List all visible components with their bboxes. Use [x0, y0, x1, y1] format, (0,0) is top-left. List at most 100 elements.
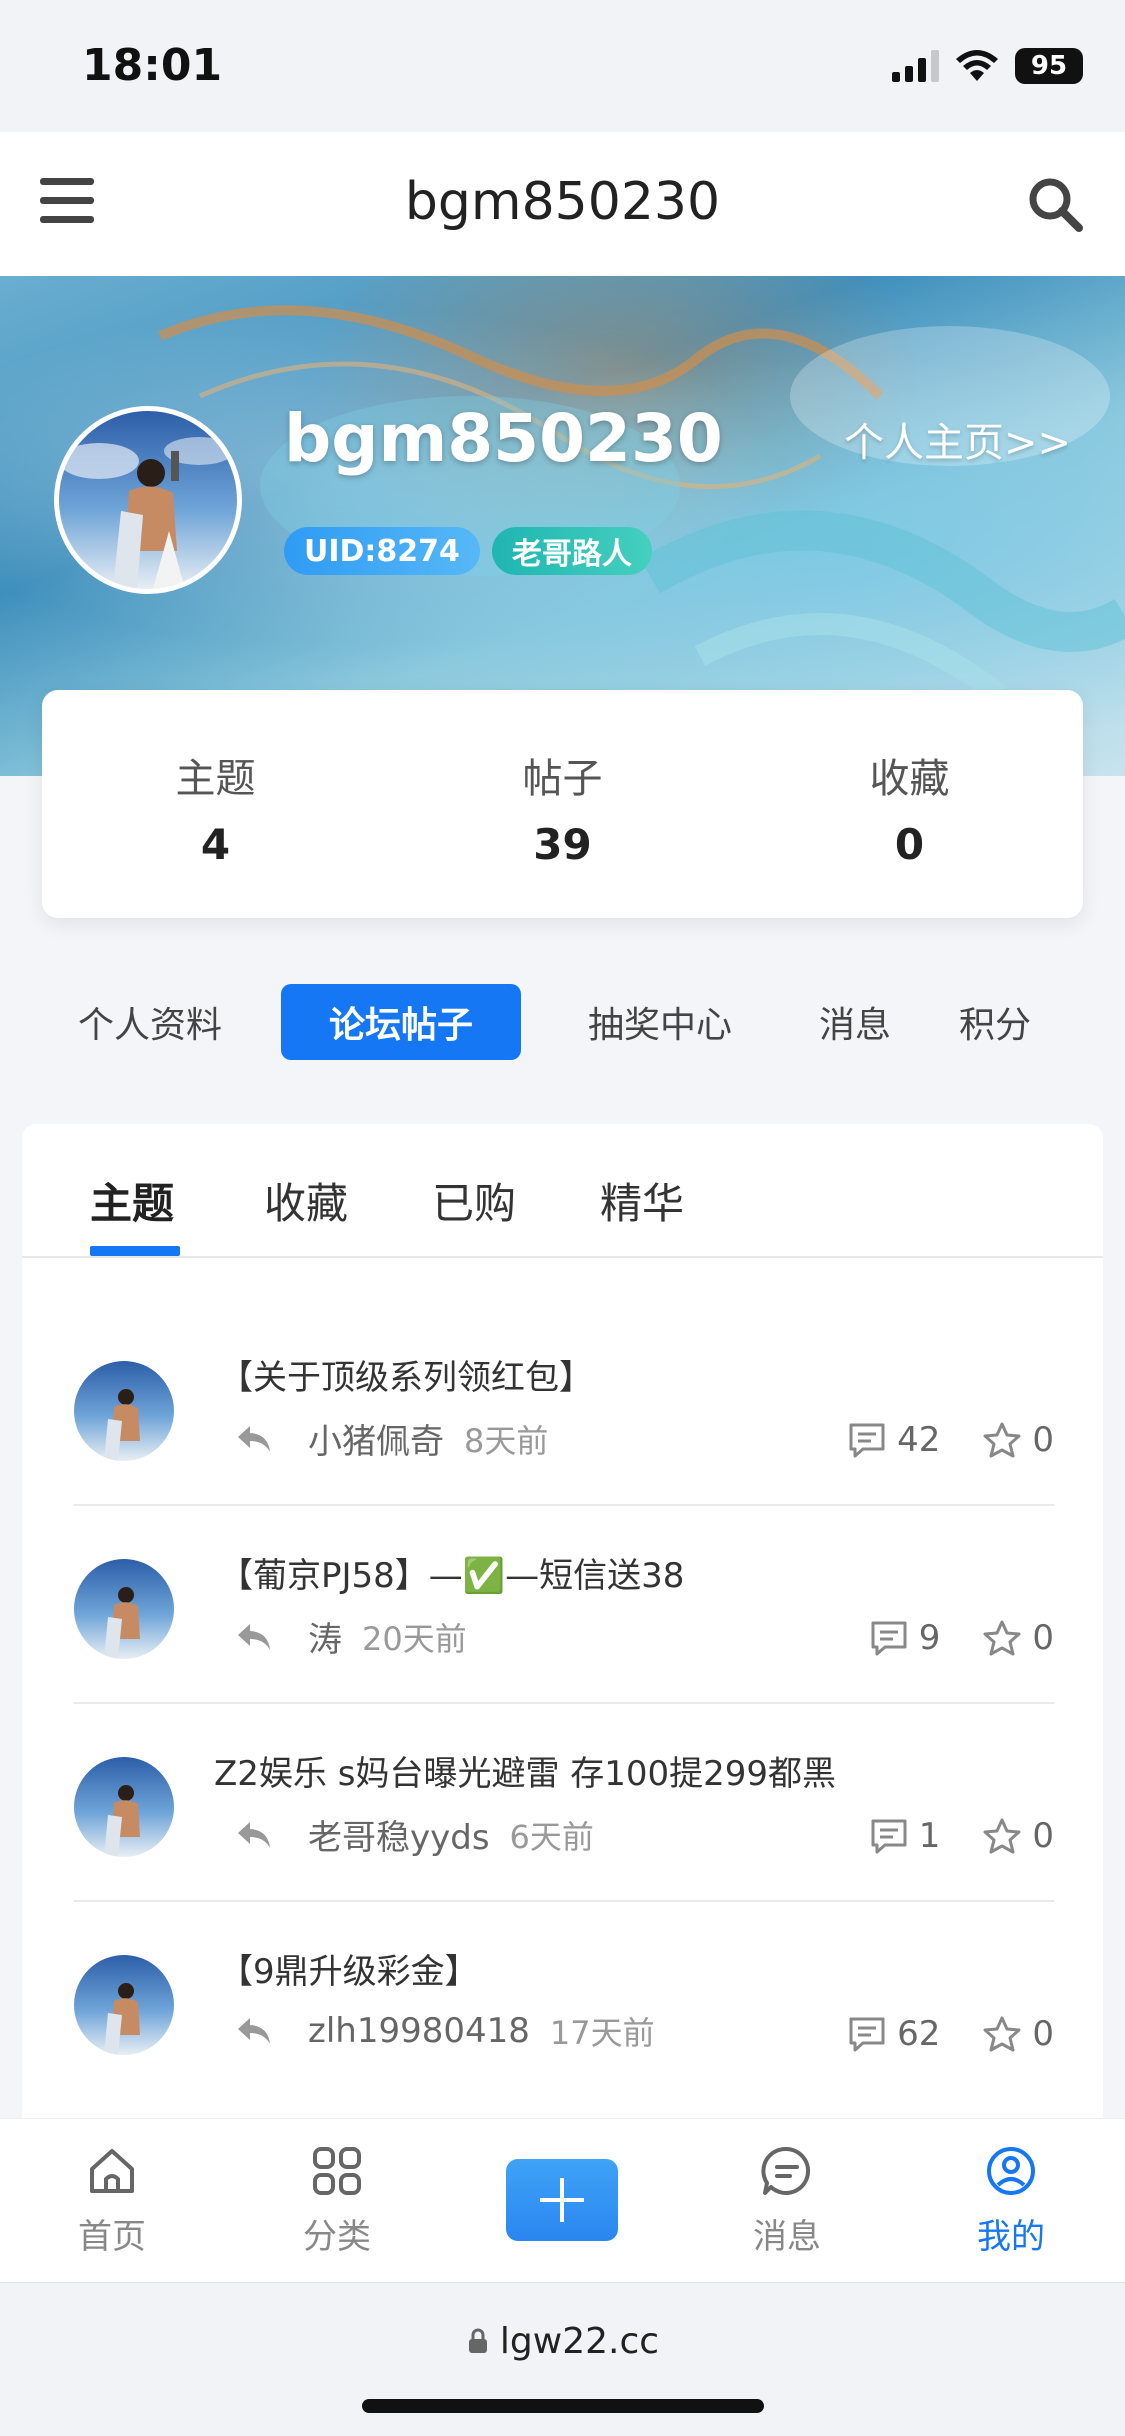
star-icon[interactable]	[982, 2015, 1022, 2053]
post-time: 6天前	[509, 1817, 594, 1856]
post-item[interactable]: Z2娱乐 s妈台曝光避雷 存100提299都黑 老哥稳yyds 6天前 1 0	[74, 1704, 1054, 1902]
comment-count: 62	[897, 2014, 941, 2054]
profile-badges: UID:8274 老哥路人	[284, 527, 652, 575]
post-title[interactable]: 【葡京PJ58】—✅—短信送38	[219, 1548, 684, 1597]
tab-favorites[interactable]: 收藏	[264, 1170, 348, 1231]
post-stats: 42 0	[847, 1420, 1054, 1460]
nav-category[interactable]: 分类	[267, 2143, 407, 2258]
post-title[interactable]: 【9鼎升级彩金】	[219, 1944, 479, 1993]
stat-label: 帖子	[522, 756, 603, 802]
nav-label: 消息	[753, 2217, 821, 2257]
stat-posts[interactable]: 帖子 39	[389, 690, 736, 918]
message-icon	[761, 2146, 811, 2195]
url-text: lgw22.cc	[499, 2321, 660, 2362]
new-post-button[interactable]	[506, 2159, 618, 2241]
reply-icon	[238, 2018, 270, 2044]
post-author[interactable]: zlh19980418	[308, 2011, 530, 2051]
tab-topics[interactable]: 主题	[90, 1170, 174, 1231]
post-title[interactable]: 【关于顶级系列领红包】	[219, 1350, 593, 1399]
post-meta: 老哥稳yyds 6天前	[234, 1810, 594, 1859]
comment-count: 1	[918, 1816, 941, 1856]
post-title[interactable]: Z2娱乐 s妈台曝光避雷 存100提299都黑	[214, 1746, 836, 1795]
browser-bar: lgw22.cc	[0, 2282, 1125, 2436]
stats-card: 主题 4 帖子 39 收藏 0	[42, 690, 1083, 918]
post-meta: 涛 20天前	[234, 1612, 467, 1661]
grid-icon	[313, 2147, 361, 2195]
post-stats: 62 0	[847, 2014, 1054, 2054]
homepage-link[interactable]: 个人主页>>	[844, 410, 1071, 468]
battery-icon: 95	[1015, 48, 1083, 84]
stat-value: 4	[200, 820, 231, 869]
star-icon[interactable]	[982, 1817, 1022, 1855]
stat-topics[interactable]: 主题 4	[42, 690, 389, 918]
nav-label: 我的	[977, 2217, 1045, 2257]
nav-mine[interactable]: 我的	[941, 2143, 1081, 2258]
stat-value: 0	[894, 820, 925, 869]
comment-icon	[871, 1819, 907, 1854]
status-icons: 95	[892, 48, 1083, 84]
favorite-count: 0	[1032, 2014, 1054, 2054]
reply-icon	[238, 1821, 270, 1848]
nav-label: 分类	[303, 2217, 371, 2257]
post-item[interactable]: 【关于顶级系列领红包】 小猪佩奇 8天前 42 0	[74, 1308, 1054, 1506]
post-time: 8天前	[464, 1421, 549, 1460]
comment-icon	[849, 1423, 885, 1458]
post-stats: 1 0	[869, 1816, 1054, 1856]
reply-icon	[238, 1425, 270, 1452]
stat-label: 收藏	[869, 756, 950, 802]
nav-home[interactable]: 首页	[42, 2143, 182, 2258]
tab-purchased[interactable]: 已购	[432, 1170, 516, 1231]
favorite-count: 0	[1032, 1420, 1054, 1460]
nav-points[interactable]: 积分	[940, 984, 1050, 1060]
nav-label: 首页	[78, 2217, 146, 2257]
post-time: 20天前	[362, 1619, 467, 1658]
page-title: bgm850230	[404, 172, 721, 232]
favorite-count: 0	[1032, 1816, 1054, 1856]
stat-favorites[interactable]: 收藏 0	[736, 690, 1083, 918]
app-header: bgm850230	[0, 132, 1125, 276]
profile-avatar[interactable]	[54, 406, 242, 594]
comment-count: 9	[918, 1618, 941, 1658]
post-author[interactable]: 老哥稳yyds	[308, 1810, 490, 1859]
nav-personal-info[interactable]: 个人资料	[60, 984, 240, 1060]
post-item[interactable]: 【9鼎升级彩金】 zlh19980418 17天前 62 0	[74, 1902, 1054, 2100]
post-author[interactable]: 涛	[308, 1612, 342, 1661]
comment-icon	[871, 1621, 907, 1656]
active-tab-indicator	[90, 1246, 180, 1256]
status-time: 18:01	[82, 40, 223, 91]
nav-messages[interactable]: 消息	[790, 984, 920, 1060]
profile-name: bgm850230	[284, 400, 723, 477]
url-bar[interactable]: lgw22.cc	[0, 2321, 1125, 2362]
nav-messages-bottom[interactable]: 消息	[717, 2143, 857, 2258]
comment-count: 42	[897, 1420, 941, 1460]
post-time: 17天前	[549, 2014, 655, 2052]
post-avatar[interactable]	[74, 1361, 174, 1461]
nav-forum-posts[interactable]: 论坛帖子	[281, 984, 521, 1060]
post-tabs: 主题 收藏 已购 精华	[22, 1124, 1103, 1258]
search-icon[interactable]	[1025, 174, 1085, 234]
tab-featured[interactable]: 精华	[600, 1170, 684, 1231]
star-icon[interactable]	[982, 1619, 1022, 1657]
reply-icon	[238, 1623, 270, 1650]
plus-icon	[540, 2178, 584, 2222]
post-avatar[interactable]	[74, 1559, 174, 1659]
profile-section-nav: 个人资料 论坛帖子 抽奖中心 消息 积分	[60, 984, 1070, 1060]
post-meta: zlh19980418 17天前	[234, 2008, 655, 2054]
post-avatar[interactable]	[74, 1955, 174, 2055]
post-meta: 小猪佩奇 8天前	[234, 1414, 548, 1463]
wifi-icon	[956, 50, 998, 81]
nav-lottery-center[interactable]: 抽奖中心	[550, 984, 770, 1060]
home-indicator	[362, 2399, 764, 2413]
signal-icon	[892, 50, 939, 82]
post-item[interactable]: 【葡京PJ58】—✅—短信送38 涛 20天前 9 0	[74, 1506, 1054, 1704]
status-bar: 18:01 95	[0, 0, 1125, 132]
post-author[interactable]: 小猪佩奇	[308, 1414, 444, 1463]
stat-label: 主题	[175, 756, 256, 802]
rank-badge: 老哥路人	[491, 527, 652, 575]
stat-value: 39	[533, 820, 592, 869]
post-avatar[interactable]	[74, 1757, 174, 1857]
favorite-count: 0	[1032, 1618, 1054, 1658]
user-icon	[987, 2147, 1035, 2195]
comment-icon	[849, 2017, 885, 2052]
star-icon[interactable]	[982, 1421, 1022, 1459]
